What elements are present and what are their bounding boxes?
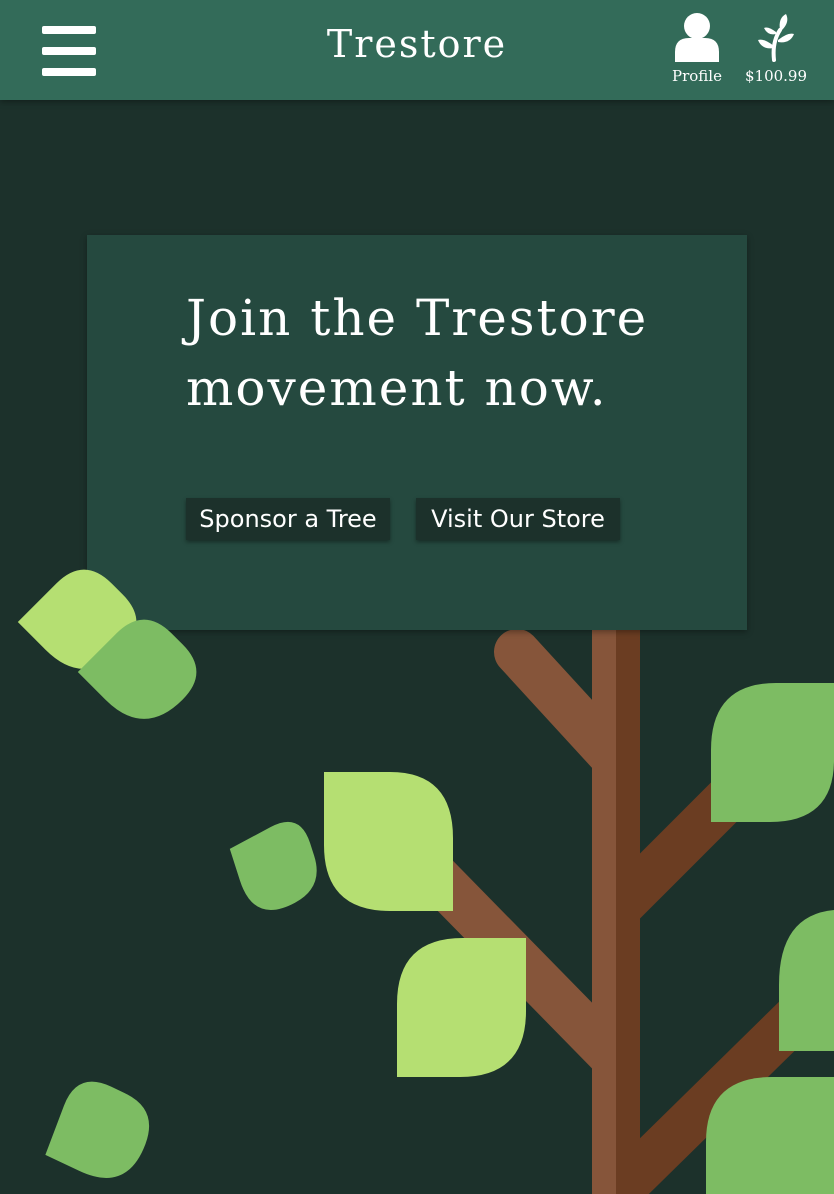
hamburger-menu-icon[interactable] (42, 26, 96, 76)
tree-trunk (592, 577, 640, 1194)
hero-title: Join the Trestore movement now. (186, 289, 649, 417)
sponsor-tree-button[interactable]: Sponsor a Tree (186, 498, 390, 540)
hero-card: Join the Trestore movement now. Sponsor … (87, 235, 747, 630)
sprout-icon (758, 14, 794, 62)
brand-link[interactable]: Trestore (327, 22, 507, 66)
balance-button[interactable]: $100.99 (738, 10, 814, 90)
tree-branch-lower-left (403, 843, 633, 1077)
profile-label: Profile (672, 67, 722, 85)
profile-button[interactable]: Profile (664, 10, 730, 90)
person-icon (675, 13, 719, 62)
balance-amount: $100.99 (744, 67, 808, 85)
top-navigation-bar: Trestore Profile $100.99 (0, 0, 834, 100)
tree-branch-lower-right (599, 963, 834, 1194)
visit-store-button[interactable]: Visit Our Store (416, 498, 620, 540)
